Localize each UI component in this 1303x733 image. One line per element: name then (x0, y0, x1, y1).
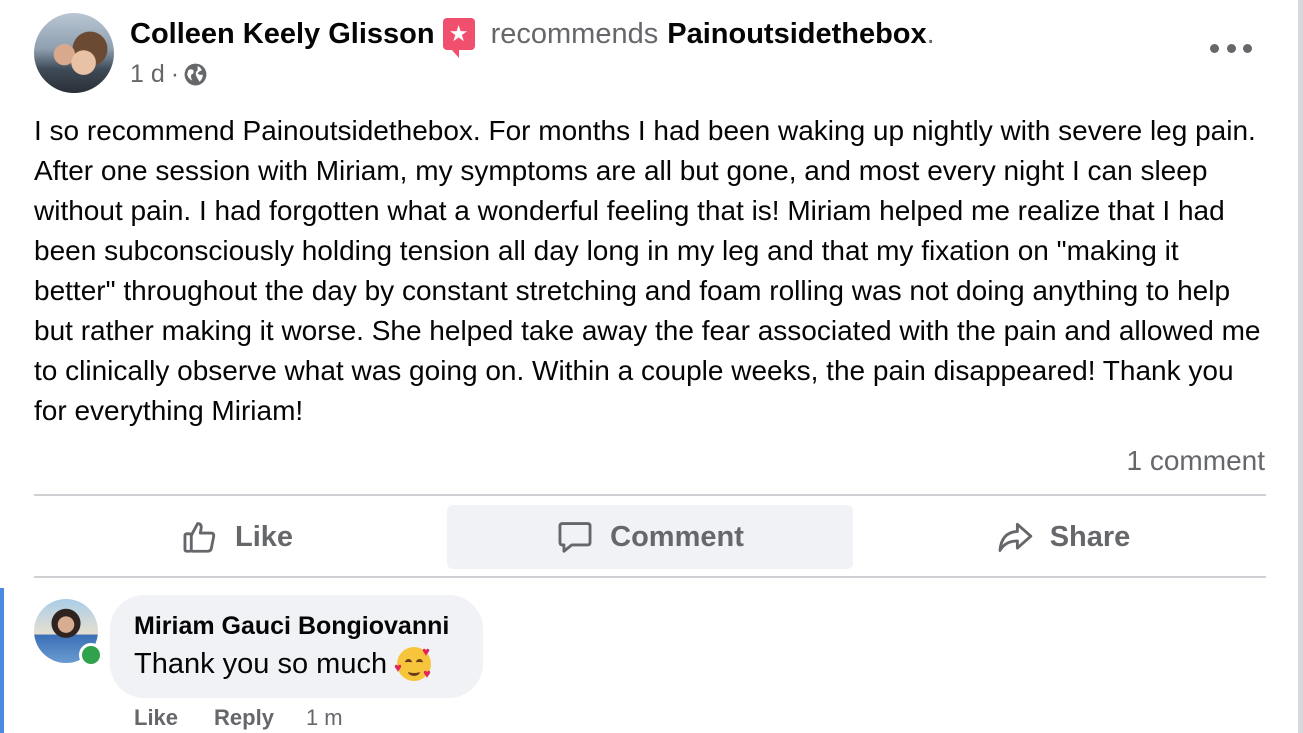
share-arrow-icon (998, 522, 1032, 552)
thumbs-up-icon (183, 522, 216, 553)
recommends-label: recommends (490, 17, 659, 50)
trailing-dot: . (926, 17, 935, 50)
globe-icon (184, 63, 207, 85)
dot-icon (1226, 43, 1236, 53)
more-options-button[interactable] (1210, 38, 1252, 58)
author-avatar[interactable] (34, 13, 114, 93)
meta-separator: · (170, 59, 180, 88)
author-name[interactable]: Colleen Keely Glisson (130, 18, 435, 51)
page-name-link[interactable]: Painoutsidethebox (667, 18, 926, 51)
post-header-line: Colleen Keely Glisson ★ recommends Paino… (130, 16, 935, 58)
comment-button[interactable]: Comment (447, 505, 853, 569)
post-timestamp[interactable]: 1 d (130, 60, 165, 89)
dot-icon (1210, 43, 1219, 53)
comment-count-link[interactable]: 1 comment (1127, 445, 1266, 477)
share-button[interactable]: Share (860, 505, 1266, 569)
comment-label: Comment (610, 520, 744, 553)
comment-text: Thank you so much (134, 647, 388, 680)
like-label: Like (234, 520, 294, 553)
scrollbar-track[interactable] (1298, 0, 1303, 733)
comment-bubble-icon (558, 522, 592, 553)
commenter-name[interactable]: Miriam Gauci Bongiovanni (134, 612, 449, 641)
post-meta: 1 d · (130, 58, 208, 90)
divider-top (34, 494, 1266, 496)
comment-text-line: Thank you so much ♥ ♥ ♥ (134, 644, 432, 681)
comment-actions: Like Reply 1 m (134, 703, 343, 733)
comment-like-link[interactable]: Like (134, 705, 178, 731)
dot-icon (1243, 43, 1252, 53)
recommendation-star-icon: ★ (442, 18, 475, 58)
post-body: I so recommend Painoutsidethebox. For mo… (34, 115, 1261, 426)
online-status-dot (79, 643, 103, 667)
smiling-face-with-hearts-icon: ♥ ♥ ♥ (394, 644, 432, 681)
like-button[interactable]: Like (34, 505, 440, 569)
share-label: Share (1049, 520, 1131, 553)
divider-bottom (34, 576, 1266, 578)
comment-timestamp[interactable]: 1 m (306, 705, 343, 731)
comment-reply-link[interactable]: Reply (214, 705, 274, 731)
comment-thread-indicator (0, 588, 4, 733)
